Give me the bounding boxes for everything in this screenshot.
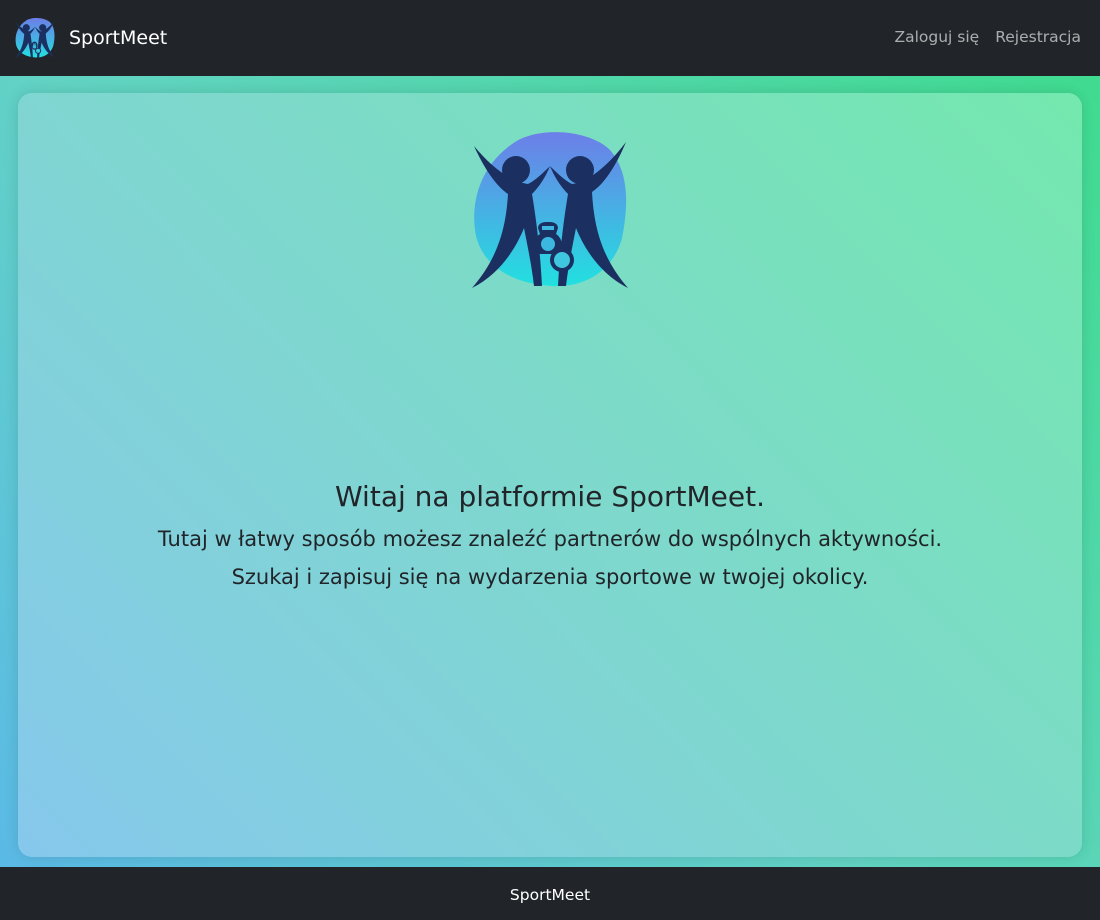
brand-link[interactable]: SportMeet [14,16,167,60]
welcome-text-line-1: Tutaj w łatwy sposób możesz znaleźć part… [157,527,943,551]
register-link[interactable]: Rejestracja [995,28,1081,46]
sportmeet-logo-icon [15,18,55,58]
footer: SportMeet [0,867,1100,920]
login-link[interactable]: Zaloguj się [894,28,979,46]
welcome-text-line-2: Szukaj i zapisuj się na wydarzenia sport… [231,565,869,589]
nav-links: Zaloguj się Rejestracja [894,28,1081,46]
welcome-title: Witaj na platformie SportMeet. [334,480,765,513]
footer-text: SportMeet [509,886,591,904]
welcome-card: Witaj na platformie SportMeet. Tutaj w ł… [18,93,1082,857]
brand-name: SportMeet [69,27,168,49]
people-high-five-kettlebell-icon [472,132,628,288]
top-navbar: SportMeet Zaloguj się Rejestracja [0,0,1100,76]
